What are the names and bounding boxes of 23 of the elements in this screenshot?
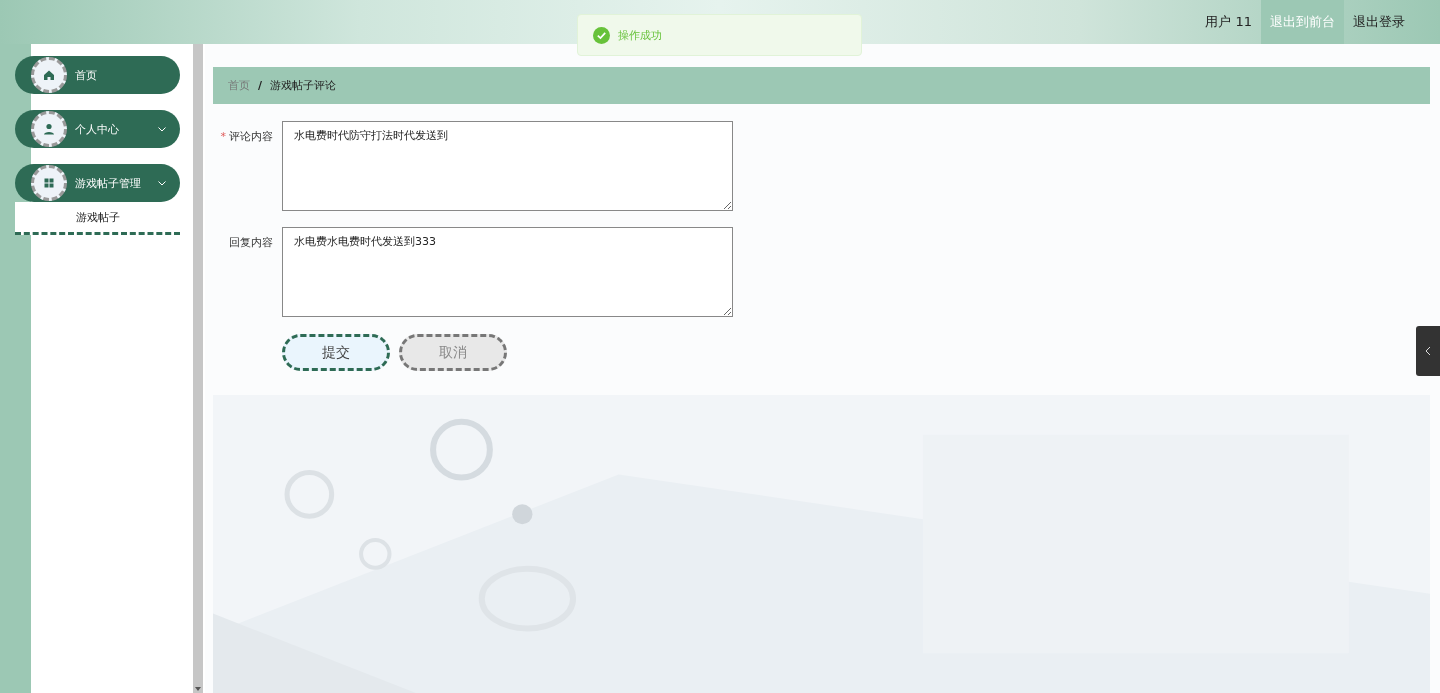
user-icon	[42, 122, 56, 136]
field-label: 回复内容	[228, 235, 273, 251]
breadcrumb-separator: /	[258, 79, 263, 92]
submenu-item[interactable]: 游戏帖子	[15, 202, 180, 235]
user-name: 用户 11	[1204, 13, 1253, 31]
field-label: * 评论内容	[219, 129, 273, 145]
menu-item[interactable]: 游戏帖子管理	[15, 164, 180, 202]
text-area[interactable]: 水电费水电费时代发送到333	[282, 227, 733, 317]
scrollbar[interactable]	[193, 44, 203, 693]
menu-item[interactable]: 首页	[15, 56, 180, 94]
down-arrow-icon[interactable]	[195, 687, 201, 691]
toast-message: 操作成功	[618, 27, 662, 43]
home-icon	[42, 68, 56, 82]
header-link[interactable]: 退出登录	[1344, 0, 1414, 44]
breadcrumb-current: 游戏帖子评论	[270, 78, 337, 93]
menu-item[interactable]: 个人中心	[15, 110, 180, 148]
grid-icon	[42, 176, 56, 190]
chevron-down-icon[interactable]	[158, 180, 166, 186]
chevron-down-icon[interactable]	[158, 126, 166, 132]
chevron-left-icon	[1425, 346, 1431, 356]
text-area[interactable]: 水电费时代防守打法时代发送到	[282, 121, 733, 211]
submit-button[interactable]: 提交	[282, 334, 390, 371]
check-circle-icon	[593, 26, 610, 44]
